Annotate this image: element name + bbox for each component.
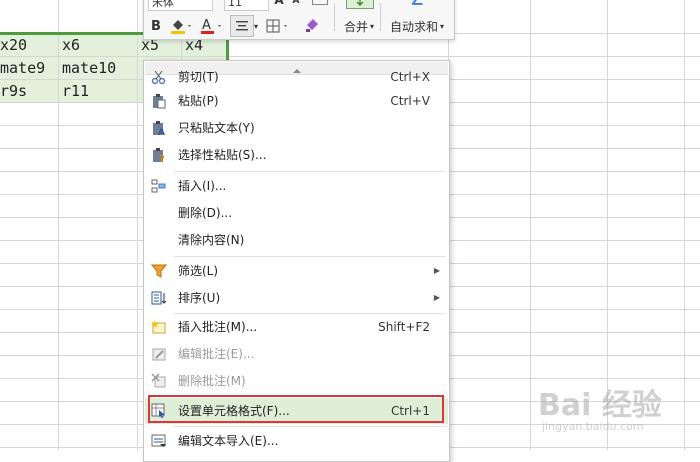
menu-item-edit-comment: 编辑批注(E)... [145, 341, 448, 367]
menu-item-insert-comment[interactable]: 插入批注(M)... Shift+F2 [145, 314, 448, 340]
cell-a2[interactable]: mate9 [0, 57, 56, 79]
insert-comment-icon [151, 319, 167, 335]
menu-item-label: 编辑批注(E)... [178, 347, 255, 361]
menu-item-clear-contents[interactable]: 清除内容(N) [145, 227, 448, 253]
merge-icon [346, 0, 374, 9]
menu-item-edit-text-import[interactable]: 编辑文本导入(E)... [145, 428, 448, 454]
submenu-arrow-icon: ▶ [433, 293, 440, 302]
menu-item-shortcut: Shift+F2 [378, 320, 430, 334]
grow-font-icon[interactable]: A [272, 0, 286, 7]
cell-b3[interactable]: r11 [62, 80, 136, 102]
paste-special-icon: ? [151, 147, 167, 165]
insert-icon [151, 178, 167, 194]
menu-item-label: 删除批注(M) [178, 374, 246, 388]
filter-icon [150, 263, 168, 279]
toolbar-separator [334, 3, 335, 31]
menu-separator [174, 256, 446, 257]
menu-item-delete-comment: 删除批注(M) [145, 368, 448, 394]
cell-a3[interactable]: r9s [0, 80, 56, 102]
menu-item-label: 粘贴(P) [178, 94, 219, 108]
merge-button[interactable]: 合并 ▾ [340, 17, 378, 35]
text-import-icon [151, 433, 167, 449]
scissors-icon [151, 69, 167, 85]
menu-item-label: 筛选(L) [178, 264, 219, 278]
mini-format-toolbar: 宋体 11 A A B A ▾ 合并▾ Σ 自动求和▾ [143, 0, 455, 40]
menu-separator [174, 171, 446, 172]
edit-comment-icon [151, 346, 167, 362]
watermark-main-text: Bai 经验 [538, 388, 662, 423]
menu-item-label: 清除内容(N) [178, 233, 245, 247]
paste-icon [151, 93, 167, 109]
submenu-arrow-icon: ▶ [433, 266, 440, 275]
align-center-button[interactable] [230, 15, 254, 37]
border-button[interactable] [264, 17, 292, 35]
cell-b1[interactable]: x6 [62, 34, 136, 56]
grid-column-line [530, 0, 531, 450]
menu-item-filter[interactable]: 筛选(L) ▶ [145, 258, 448, 284]
menu-item-label: 插入批注(M)... [178, 320, 258, 334]
fill-bucket-icon [171, 20, 191, 34]
delete-comment-icon [151, 373, 167, 389]
menu-item-sort[interactable]: 排序(U) ▶ [145, 285, 448, 311]
menu-item-paste-special[interactable]: ? 选择性粘贴(S)... [145, 142, 448, 168]
menu-item-cut[interactable]: 剪切(T) Ctrl+X [145, 64, 448, 90]
autosum-button[interactable]: 自动求和 ▾ [384, 17, 450, 35]
menu-item-label: 只粘贴文本(Y) [178, 121, 255, 135]
menu-item-label: 编辑文本导入(E)... [178, 434, 279, 448]
font-name-dropdown[interactable]: 宋体 [148, 0, 213, 11]
font-color-icon: A [201, 18, 221, 34]
toolbar-separator [380, 3, 381, 31]
sort-icon [151, 290, 167, 306]
format-painter-icon [306, 19, 318, 32]
format-painter-button[interactable] [302, 15, 322, 35]
menu-item-label: 选择性粘贴(S)... [178, 148, 267, 162]
cell-a1[interactable]: x20 [0, 34, 56, 56]
wrap-text-icon[interactable] [312, 0, 328, 5]
autosum-dropdown-arrow-icon: ▾ [440, 21, 445, 31]
menu-separator [174, 426, 446, 427]
border-icon [266, 19, 287, 33]
menu-item-shortcut: Ctrl+V [390, 94, 430, 108]
watermark-sub-text: jingyan.baidu.com [542, 420, 644, 433]
menu-item-label: 排序(U) [178, 291, 221, 305]
menu-item-delete[interactable]: 删除(D)... [145, 200, 448, 226]
grid-column-line [137, 0, 138, 450]
menu-item-shortcut: Ctrl+X [390, 70, 430, 84]
baidu-jingyan-watermark: Bai 经验 jingyan.baidu.com [538, 380, 698, 440]
bold-button[interactable]: B [148, 17, 164, 35]
menu-item-insert[interactable]: 插入(I)... [145, 173, 448, 199]
cell-b2[interactable]: mate10 [62, 57, 136, 79]
merge-dropdown-arrow-icon: ▾ [370, 21, 375, 31]
merge-label: 合并 [343, 19, 368, 34]
autosum-sigma-icon: Σ [406, 0, 428, 11]
menu-item-paste[interactable]: 粘贴(P) Ctrl+V [145, 88, 448, 114]
svg-text:A: A [158, 128, 165, 136]
autosum-label: 自动求和 [389, 19, 438, 34]
fill-color-button[interactable] [168, 17, 194, 35]
align-center-icon [236, 21, 248, 31]
font-color-button[interactable]: A [198, 17, 224, 35]
menu-item-label: 剪切(T) [178, 70, 219, 84]
align-dropdown-arrow-icon[interactable]: ▾ [252, 19, 260, 33]
menu-item-label: 插入(I)... [178, 179, 227, 193]
font-size-dropdown[interactable]: 11 [224, 0, 269, 11]
highlight-annotation-box [148, 395, 444, 423]
grid-column-line [58, 0, 59, 450]
font-color-letter: A [202, 18, 211, 33]
svg-text:?: ? [159, 154, 165, 163]
shrink-font-icon[interactable]: A [290, 0, 302, 7]
menu-item-paste-text-only[interactable]: A 只粘贴文本(Y) [145, 115, 448, 141]
menu-item-label: 删除(D)... [178, 206, 233, 220]
paste-text-icon: A [151, 120, 167, 138]
